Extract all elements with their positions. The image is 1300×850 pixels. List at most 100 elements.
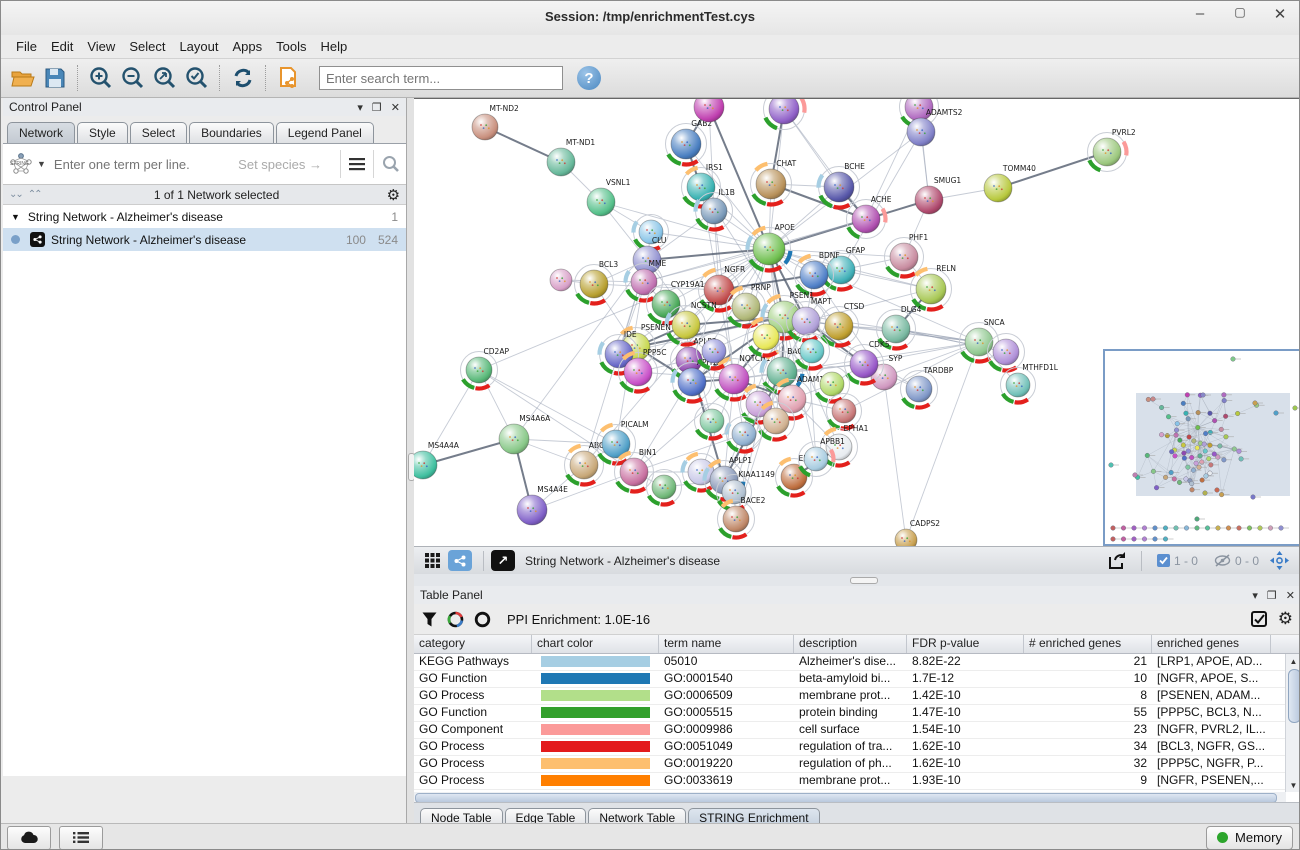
node-u11[interactable]: [988, 334, 1025, 371]
maximize-button[interactable]: ▢: [1231, 5, 1249, 23]
table-row[interactable]: GO ProcessGO:0051049regulation of tra...…: [414, 739, 1300, 756]
menu-help[interactable]: Help: [314, 37, 355, 56]
menu-edit[interactable]: Edit: [44, 37, 80, 56]
node-u14[interactable]: [550, 269, 572, 291]
node-u10[interactable]: [695, 404, 730, 439]
zoom-out-button[interactable]: [117, 63, 149, 93]
expand-triangle-icon[interactable]: ▼: [11, 212, 20, 222]
column-header-term-name[interactable]: term name: [659, 635, 794, 653]
table-row[interactable]: GO ComponentGO:0009986cell surface1.54E-…: [414, 722, 1300, 739]
menu-layout[interactable]: Layout: [172, 37, 225, 56]
tab-style[interactable]: Style: [77, 122, 128, 143]
open-session-button[interactable]: [7, 63, 39, 93]
filter-icon[interactable]: [422, 612, 437, 627]
table-horizontal-scrollbar[interactable]: [414, 792, 1286, 802]
zoom-selected-button[interactable]: [181, 63, 213, 93]
panel-float-icon[interactable]: ❐: [372, 101, 382, 114]
pie-chart-icon[interactable]: [447, 611, 464, 628]
scrollbar-thumb[interactable]: [1288, 669, 1300, 723]
table-row[interactable]: KEGG Pathways05010Alzheimer's dise...8.8…: [414, 654, 1300, 671]
column-header-category[interactable]: category: [414, 635, 532, 653]
node-VSNL1[interactable]: VSNL1: [587, 178, 631, 216]
minimize-button[interactable]: –: [1191, 5, 1209, 23]
panel-close-icon[interactable]: ✕: [391, 101, 400, 114]
tab-legend-panel[interactable]: Legend Panel: [276, 122, 374, 143]
collapse-all-icon[interactable]: ⌄⌄: [9, 189, 22, 200]
panel-splitter-vertical[interactable]: [407, 98, 414, 823]
tab-boundaries[interactable]: Boundaries: [189, 122, 274, 143]
node-TOMM40[interactable]: TOMM40: [984, 164, 1036, 202]
panel-close-icon[interactable]: ✕: [1286, 589, 1295, 602]
node-u8[interactable]: [726, 417, 761, 452]
node-u2[interactable]: [748, 319, 785, 356]
node-u7[interactable]: [758, 403, 795, 440]
birds-eye-graph[interactable]: [1105, 351, 1299, 544]
string-source-caret-icon[interactable]: ▼: [37, 159, 46, 169]
zoom-in-button[interactable]: [85, 63, 117, 93]
table-settings-gear-icon[interactable]: ⚙: [1278, 609, 1293, 629]
splitter-handle[interactable]: [850, 577, 878, 584]
string-options-icon[interactable]: [349, 157, 365, 171]
search-input[interactable]: [319, 66, 563, 90]
column-header-chart-color[interactable]: chart color: [532, 635, 659, 653]
panel-menu-icon[interactable]: ▾: [1252, 589, 1258, 602]
node-GAB2[interactable]: GAB2: [666, 119, 713, 165]
node-CADPS2[interactable]: CADPS2: [895, 519, 940, 546]
node-MS4A6A[interactable]: MS4A6A: [499, 414, 551, 454]
ring-chart-icon[interactable]: [474, 611, 491, 628]
node-TARDBP[interactable]: TARDBP: [901, 366, 954, 408]
column-header-enriched-genes[interactable]: enriched genes: [1152, 635, 1271, 653]
tab-select[interactable]: Select: [130, 122, 187, 143]
menu-view[interactable]: View: [80, 37, 122, 56]
table-row[interactable]: GO ProcessGO:0033619membrane prot...1.93…: [414, 773, 1300, 790]
string-query-input[interactable]: [52, 156, 238, 173]
node-nt2[interactable]: [764, 99, 805, 130]
species-hint[interactable]: Set species →: [238, 157, 322, 172]
node-MS4A4E[interactable]: MS4A4E: [517, 485, 568, 525]
node-u3[interactable]: [697, 334, 732, 369]
select-all-checkbox-icon[interactable]: [1251, 611, 1268, 628]
table-vertical-scrollbar[interactable]: ▲ ▼: [1285, 654, 1300, 792]
zoom-fit-button[interactable]: [149, 63, 181, 93]
scroll-up-arrow[interactable]: ▲: [1286, 654, 1300, 668]
scrollbar-thumb[interactable]: [415, 793, 1277, 802]
panel-float-icon[interactable]: ❐: [1267, 589, 1277, 602]
node-MT-ND1[interactable]: MT-ND1: [547, 138, 595, 176]
birds-eye-view[interactable]: [1103, 349, 1300, 546]
refresh-button[interactable]: [227, 63, 259, 93]
expand-all-icon[interactable]: ⌃⌃: [28, 189, 41, 200]
export-network-button[interactable]: [273, 63, 305, 93]
table-row[interactable]: GO FunctionGO:0005515protein binding1.47…: [414, 705, 1300, 722]
string-network-button[interactable]: [448, 550, 472, 571]
grid-view-button[interactable]: [420, 550, 444, 571]
node-u6[interactable]: [815, 367, 850, 402]
help-button[interactable]: ?: [577, 66, 601, 90]
node-SMUG1[interactable]: SMUG1: [915, 176, 961, 214]
open-in-window-button[interactable]: ↗: [491, 550, 515, 571]
close-button[interactable]: ✕: [1271, 5, 1289, 23]
network-options-gear-icon[interactable]: ⚙: [387, 186, 400, 204]
node-u12[interactable]: [647, 470, 682, 505]
task-history-button[interactable]: [59, 826, 103, 850]
column-header-description[interactable]: description: [794, 635, 907, 653]
scroll-down-arrow[interactable]: ▼: [1286, 778, 1300, 792]
node-BCL3[interactable]: BCL3: [575, 260, 619, 304]
network-view[interactable]: MT-ND2MT-ND1VSNL1GAB2ADAMTS2SMUG1TOMM40P…: [414, 98, 1300, 546]
table-row[interactable]: GO ProcessGO:0019220regulation of ph...1…: [414, 756, 1300, 773]
menu-tools[interactable]: Tools: [269, 37, 313, 56]
export-view-button[interactable]: [1106, 550, 1130, 571]
menu-file[interactable]: File: [9, 37, 44, 56]
tab-network[interactable]: Network: [7, 122, 75, 143]
menu-select[interactable]: Select: [122, 37, 172, 56]
node-PPP5C[interactable]: PPP5C: [619, 348, 667, 392]
table-row[interactable]: GO ProcessGO:0006509membrane prot...1.42…: [414, 688, 1300, 705]
column-header-FDR-p-value[interactable]: FDR p-value: [907, 635, 1024, 653]
node-MT-ND2[interactable]: MT-ND2: [472, 104, 519, 140]
network-tree-row[interactable]: String Network - Alzheimer's disease1005…: [3, 228, 406, 251]
network-tree-row[interactable]: ▼String Network - Alzheimer's disease1: [3, 205, 406, 228]
string-search-icon[interactable]: [382, 155, 400, 173]
node-BACE2[interactable]: BACE2: [718, 496, 766, 538]
navigate-button[interactable]: [1267, 550, 1291, 571]
memory-button[interactable]: Memory: [1206, 826, 1293, 850]
node-u5[interactable]: [795, 334, 830, 369]
